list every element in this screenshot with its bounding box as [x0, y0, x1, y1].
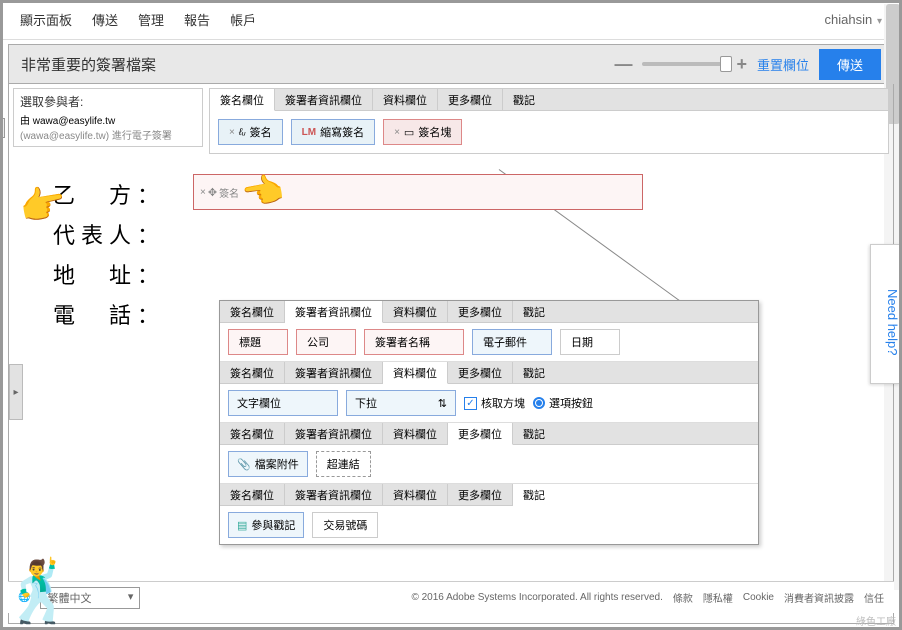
checkbox-icon: ✓	[464, 397, 477, 410]
remove-icon: ×	[394, 127, 400, 138]
text-field-chip[interactable]: 文字欄位	[228, 390, 338, 416]
footer-link-consumer[interactable]: 消費者資訊披露	[784, 590, 854, 605]
tab-signer-info[interactable]: 簽署者資訊欄位	[285, 484, 383, 506]
collapse-sidebar-icon[interactable]: ▸	[9, 364, 23, 420]
form-label-rep: 代表人：	[53, 218, 173, 250]
email-field-chip[interactable]: 電子郵件	[472, 329, 552, 355]
transaction-stamp-chip[interactable]: 交易號碼	[312, 512, 378, 538]
tab-more[interactable]: 更多欄位	[448, 301, 513, 323]
tab-signature[interactable]: 簽名欄位	[220, 301, 285, 323]
tab-more[interactable]: 更多欄位	[438, 89, 503, 111]
tab-data[interactable]: 資料欄位	[383, 301, 448, 323]
recipient-badge-icon: ▭▾	[0, 118, 5, 138]
document-title: 非常重要的簽署檔案	[21, 54, 604, 75]
field-detail-popout: 簽名欄位簽署者資訊欄位資料欄位更多欄位戳記 標題 公司 簽署者名稱 電子郵件 日…	[219, 300, 759, 545]
footer-link-terms[interactable]: 條款	[673, 590, 693, 605]
dropdown-arrows-icon: ⇅	[438, 397, 447, 410]
tab-data[interactable]: 資料欄位	[383, 484, 448, 506]
tab-signature[interactable]: 簽名欄位	[220, 423, 285, 445]
tab-data[interactable]: 資料欄位	[383, 423, 448, 445]
reset-fields-link[interactable]: 重置欄位	[757, 55, 809, 74]
user-menu[interactable]: chiahsin ▾	[824, 12, 882, 27]
initials-field-chip[interactable]: LM 縮寫簽名	[291, 119, 375, 145]
initials-icon: LM	[302, 127, 316, 138]
footer-link-cookie[interactable]: Cookie	[743, 592, 774, 603]
tab-signer-info[interactable]: 簽署者資訊欄位	[285, 362, 383, 384]
signer-name-chip[interactable]: 簽署者名稱	[364, 329, 464, 355]
tab-signature[interactable]: 簽名欄位	[210, 89, 275, 111]
send-button[interactable]: 傳送	[819, 49, 881, 80]
paperclip-icon: 📎	[237, 458, 251, 471]
footer: 🌐 繁體中文▾ © 2016 Adobe Systems Incorporate…	[8, 581, 894, 613]
move-icon: ✥	[208, 186, 217, 199]
form-label-addr: 地 址：	[53, 258, 173, 290]
tab-data[interactable]: 資料欄位	[373, 89, 438, 111]
top-nav: 顯示面板 傳送 管理 報告 帳戶 chiahsin ▾	[0, 0, 902, 40]
zoom-slider[interactable]: +	[642, 54, 747, 75]
dropdown-field-chip[interactable]: 下拉⇅	[346, 390, 456, 416]
signature-icon: ℓᵤ	[239, 127, 246, 138]
attachment-chip[interactable]: 📎檔案附件	[228, 451, 308, 477]
signature-field-chip[interactable]: × ℓᵤ 簽名	[218, 119, 283, 145]
field-tabs: 簽名欄位 簽署者資訊欄位 資料欄位 更多欄位 戳記	[210, 89, 888, 111]
nav-report[interactable]: 報告	[184, 10, 210, 29]
document-header: 非常重要的簽署檔案 — + 重置欄位 傳送	[8, 44, 894, 84]
tab-stamp[interactable]: 戳記	[513, 362, 758, 384]
participant-stamp-chip[interactable]: ▤參與戳記	[228, 512, 304, 538]
tab-signer-info[interactable]: 簽署者資訊欄位	[285, 301, 383, 323]
plus-icon[interactable]: +	[736, 54, 747, 75]
pointing-hand-icon: 👉	[240, 169, 289, 216]
minimize-icon[interactable]: —	[614, 54, 632, 75]
watermark-text: 綠色工廠	[856, 613, 896, 628]
hyperlink-chip[interactable]: 超連結	[316, 451, 371, 477]
form-label-tel: 電 話：	[53, 298, 173, 330]
participant-selector[interactable]: 選取參與者: 由 wawa@easylife.tw (wawa@easylife…	[13, 88, 203, 147]
copyright-text: © 2016 Adobe Systems Incorporated. All r…	[411, 592, 662, 603]
participant-label: 選取參與者:	[20, 93, 196, 110]
chevron-down-icon: ▾	[874, 16, 882, 27]
tab-more[interactable]: 更多欄位	[448, 484, 513, 506]
company-field-chip[interactable]: 公司	[296, 329, 356, 355]
tab-stamp[interactable]: 戳記	[513, 484, 758, 506]
tab-signature[interactable]: 簽名欄位	[220, 362, 285, 384]
tab-stamp[interactable]: 戳記	[503, 89, 888, 111]
tab-signer-info[interactable]: 簽署者資訊欄位	[275, 89, 373, 111]
tab-data[interactable]: 資料欄位	[383, 362, 448, 384]
pointing-hand-icon: 👉	[16, 180, 70, 232]
help-tab[interactable]: Need help?	[870, 244, 900, 384]
footer-link-privacy[interactable]: 隱私權	[703, 590, 733, 605]
remove-icon: ×	[229, 127, 235, 138]
block-icon: ▭	[404, 126, 414, 139]
tab-signature[interactable]: 簽名欄位	[220, 484, 285, 506]
nav-dashboard[interactable]: 顯示面板	[20, 10, 72, 29]
stamp-icon: ▤	[237, 519, 247, 532]
tab-stamp[interactable]: 戳記	[513, 423, 758, 445]
tab-more[interactable]: 更多欄位	[448, 423, 513, 445]
nav-manage[interactable]: 管理	[138, 10, 164, 29]
form-label-party: 乙 方：	[53, 178, 173, 210]
participant-line1: 由 wawa@easylife.tw	[20, 112, 196, 127]
tab-stamp[interactable]: 戳記	[513, 301, 758, 323]
nav-account[interactable]: 帳戶	[230, 10, 256, 29]
checkbox-field-chip[interactable]: ✓核取方塊	[464, 395, 525, 411]
signature-block-chip[interactable]: × ▭ 簽名塊	[383, 119, 462, 145]
title-field-chip[interactable]: 標題	[228, 329, 288, 355]
slider-thumb[interactable]	[720, 56, 732, 72]
content-area: ▸ ▭ ▾ 選取參與者: 由 wawa@easylife.tw (wawa@eas…	[8, 84, 894, 624]
radio-icon	[533, 397, 545, 409]
cartoon-character: 🕺	[2, 562, 77, 622]
date-field-chip[interactable]: 日期	[560, 329, 620, 355]
tab-signer-info[interactable]: 簽署者資訊欄位	[285, 423, 383, 445]
chevron-down-icon: ▾	[128, 590, 134, 606]
tab-more[interactable]: 更多欄位	[448, 362, 513, 384]
field-type-panel: 簽名欄位 簽署者資訊欄位 資料欄位 更多欄位 戳記 × ℓᵤ 簽名 LM 縮寫簽…	[209, 88, 889, 154]
participant-line2: (wawa@easylife.tw) 進行電子簽署	[20, 127, 196, 142]
nav-send[interactable]: 傳送	[92, 10, 118, 29]
footer-link-trust[interactable]: 信任	[864, 590, 884, 605]
radio-field-chip[interactable]: 選項按鈕	[533, 395, 593, 411]
